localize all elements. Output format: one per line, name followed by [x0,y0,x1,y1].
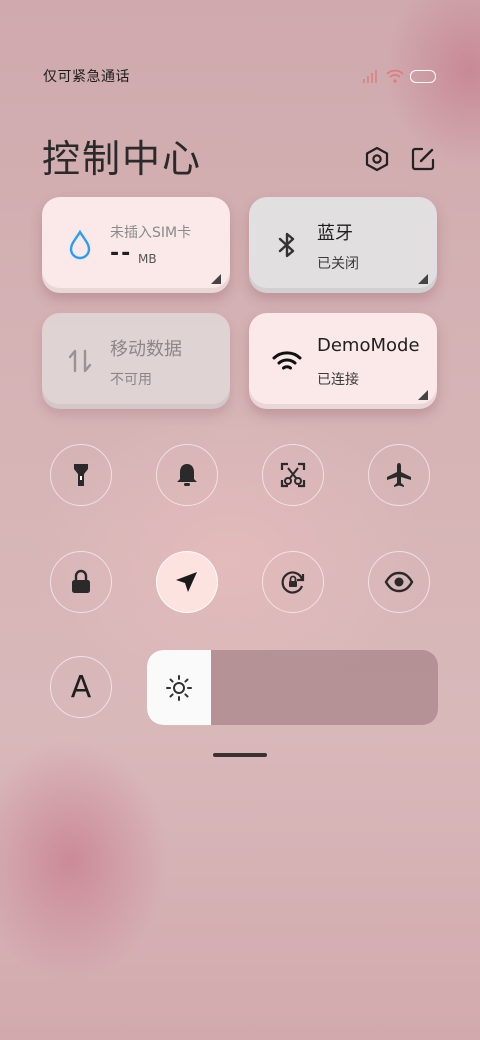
data-usage-tile[interactable]: 未插入SIM卡 -- MB [42,197,230,293]
flashlight-icon [74,464,88,486]
status-bar: 仅可紧急通话 [43,66,436,86]
signal-icon [363,70,377,83]
status-icons [362,68,436,84]
sun-icon [166,674,192,701]
auto-brightness-toggle[interactable]: A [50,656,112,718]
data-usage-unit: MB [138,252,157,266]
auto-brightness-icon: A [70,669,92,705]
flashlight-toggle[interactable] [50,444,112,506]
wifi-icon [272,351,302,370]
mobile-data-tile[interactable]: 移动数据 不可用 [42,313,230,409]
screenshot-icon [280,462,306,488]
reading-mode-toggle[interactable] [368,551,430,613]
airplane-icon [387,463,411,487]
bell-icon [177,464,197,486]
rotation-lock-toggle[interactable] [262,551,324,613]
wifi-network-name: DemoMode [317,335,420,356]
expand-corner [211,274,221,284]
airplane-toggle[interactable] [368,444,430,506]
screenshot-toggle[interactable] [262,444,324,506]
bluetooth-status: 已关闭 [317,256,359,272]
wifi-status: 已连接 [317,372,359,388]
bluetooth-icon [278,232,295,258]
data-arrows-icon [68,349,92,373]
expand-corner [418,274,428,284]
sim-status-label: 未插入SIM卡 [110,225,192,241]
expand-corner [418,390,428,400]
eye-icon [384,571,414,593]
edit-icon[interactable] [410,146,436,172]
battery-icon [410,69,436,83]
lock-icon [72,569,90,593]
settings-icon[interactable] [364,146,390,172]
wifi-icon [386,69,404,83]
data-usage-value: -- [110,241,133,266]
rotation-lock-icon [281,571,305,594]
brightness-slider[interactable] [147,650,438,725]
location-icon [176,572,197,592]
lock-screen-toggle[interactable] [50,551,112,613]
page-title: 控制中心 [42,137,203,181]
location-toggle[interactable] [156,551,218,613]
mobile-data-status: 不可用 [110,372,152,388]
drag-handle[interactable] [213,753,267,757]
wifi-tile[interactable]: DemoMode 已连接 [249,313,437,409]
bluetooth-title: 蓝牙 [317,223,353,244]
bluetooth-tile[interactable]: 蓝牙 已关闭 [249,197,437,293]
water-drop-icon [69,229,91,260]
mobile-data-title: 移动数据 [110,339,182,360]
silent-toggle[interactable] [156,444,218,506]
carrier-text: 仅可紧急通话 [43,69,130,85]
brightness-fill [147,650,211,725]
